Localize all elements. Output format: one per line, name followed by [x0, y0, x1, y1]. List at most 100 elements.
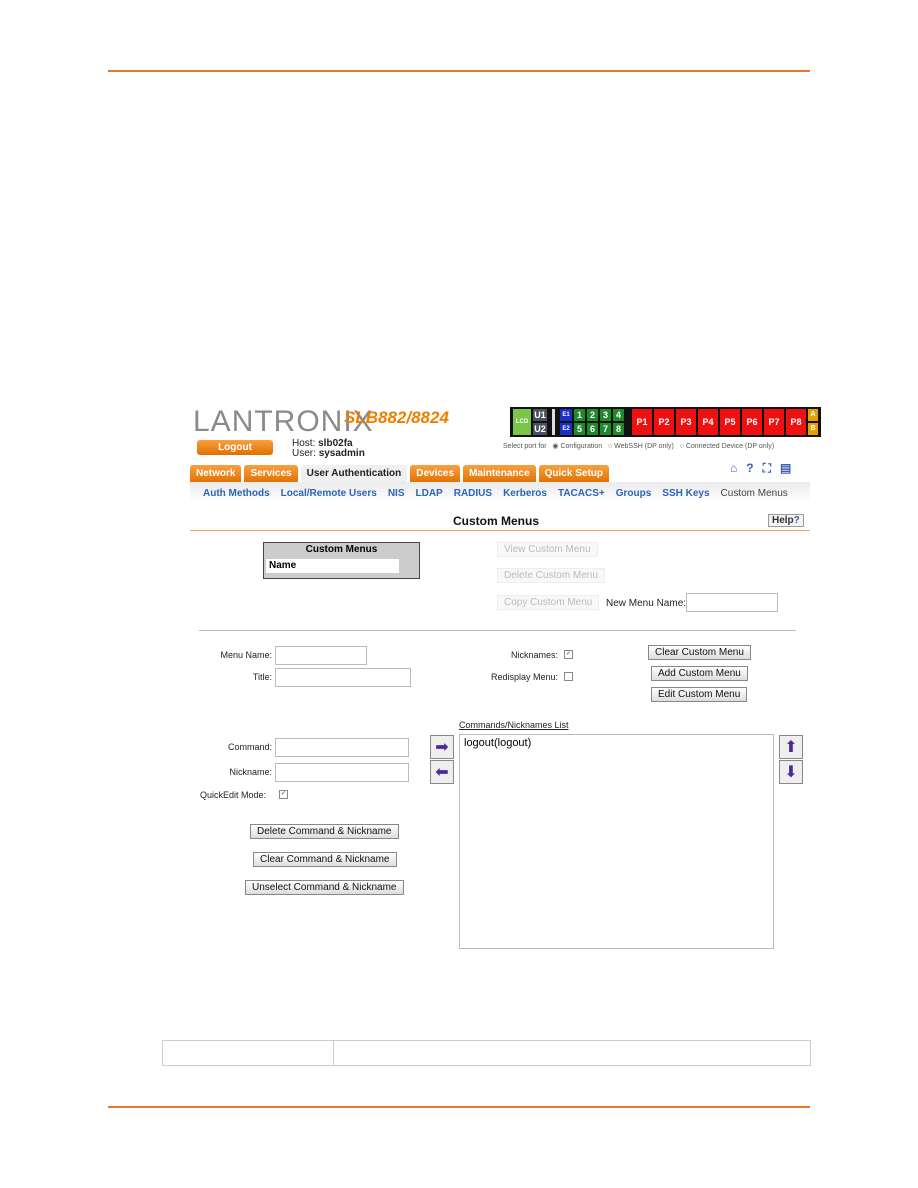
- sitemap-icon[interactable]: ⛶: [763, 461, 771, 476]
- serial-port-p3[interactable]: P3: [676, 409, 696, 435]
- subnav-groups[interactable]: Groups: [616, 488, 652, 499]
- nickname-input[interactable]: [275, 763, 409, 782]
- new-menu-name-input[interactable]: [686, 593, 778, 612]
- arrow-left-icon: ⬅: [435, 764, 449, 781]
- device-port-3[interactable]: 3: [600, 409, 611, 421]
- title-input[interactable]: [275, 668, 411, 687]
- view-custom-menu-button[interactable]: View Custom Menu: [497, 542, 598, 557]
- help-button[interactable]: Help?: [768, 514, 804, 527]
- main-tabs: Network Services User Authentication Dev…: [190, 465, 609, 483]
- arrow-up-icon: ⬆: [784, 739, 798, 756]
- list-item[interactable]: logout(logout): [460, 735, 773, 751]
- custom-menus-name-column: Name: [266, 559, 399, 573]
- nicknames-label: Nicknames:: [510, 650, 558, 660]
- device-port-4[interactable]: 4: [613, 409, 624, 421]
- arrow-down-icon: ⬇: [784, 764, 798, 781]
- port-separator: [552, 409, 555, 435]
- copy-custom-menu-button[interactable]: Copy Custom Menu: [497, 595, 600, 610]
- port-u2[interactable]: U2: [533, 423, 547, 435]
- clear-command-nickname-button[interactable]: Clear Command & Nickname: [253, 852, 397, 867]
- toolbar-icons: ⌂ ? ⛶ ▤: [730, 461, 791, 476]
- serial-port-p5[interactable]: P5: [720, 409, 740, 435]
- device-port-7[interactable]: 7: [600, 423, 611, 435]
- port-a[interactable]: A: [808, 409, 818, 421]
- serial-port-p8[interactable]: P8: [786, 409, 806, 435]
- port-e1[interactable]: E1: [560, 409, 572, 421]
- nicknames-checkbox[interactable]: ✓: [564, 650, 573, 659]
- tab-user-authentication[interactable]: User Authentication: [300, 465, 408, 483]
- serial-port-p1[interactable]: P1: [632, 409, 652, 435]
- device-port-6[interactable]: 6: [587, 423, 598, 435]
- title-label: Title:: [252, 672, 272, 682]
- logout-button[interactable]: Logout: [197, 440, 273, 455]
- empty-table: [162, 1040, 811, 1066]
- new-menu-name-label: New Menu Name:: [606, 598, 687, 609]
- serial-port-p7[interactable]: P7: [764, 409, 784, 435]
- port-status-bar: LCD U1 U2 E1 E2 1 2 3 4 5 6 7 8 P1 P2 P3 P…: [510, 407, 821, 437]
- redisplay-menu-checkbox[interactable]: [564, 672, 573, 681]
- port-u1[interactable]: U1: [533, 409, 547, 421]
- command-label: Command:: [227, 742, 272, 752]
- remove-from-list-button[interactable]: ⬅: [430, 760, 454, 784]
- subnav-ssh-keys[interactable]: SSH Keys: [662, 488, 709, 499]
- tab-network[interactable]: Network: [190, 465, 242, 483]
- tab-devices[interactable]: Devices: [410, 465, 461, 483]
- subnav-auth-methods[interactable]: Auth Methods: [203, 488, 270, 499]
- select-port-for: Select port for ◉ Configuration ○ WebSSH…: [503, 443, 775, 450]
- device-port-5[interactable]: 5: [574, 423, 585, 435]
- host-info: Host: slb02fa User: sysadmin: [292, 438, 365, 459]
- arrow-right-icon: ➡: [435, 739, 449, 756]
- help-icon[interactable]: ?: [746, 461, 753, 476]
- add-custom-menu-button[interactable]: Add Custom Menu: [651, 666, 748, 681]
- home-icon[interactable]: ⌂: [730, 461, 737, 476]
- device-port-2[interactable]: 2: [587, 409, 598, 421]
- device-model: SLB882/8824: [344, 408, 449, 427]
- nickname-label: Nickname:: [229, 767, 272, 777]
- subnav-tacacs[interactable]: TACACS+: [558, 488, 605, 499]
- tab-maintenance[interactable]: Maintenance: [463, 465, 536, 483]
- delete-custom-menu-button[interactable]: Delete Custom Menu: [497, 568, 605, 583]
- title-divider: [190, 530, 810, 531]
- radio-connected-device[interactable]: ○ Connected Device (DP only): [680, 443, 774, 450]
- subnav-nis[interactable]: NIS: [388, 488, 405, 499]
- delete-command-nickname-button[interactable]: Delete Command & Nickname: [250, 824, 399, 839]
- menu-name-label: Menu Name:: [220, 650, 272, 660]
- redisplay-menu-label: Redisplay Menu:: [490, 672, 558, 682]
- move-up-button[interactable]: ⬆: [779, 735, 803, 759]
- quickedit-mode-label: QuickEdit Mode:: [200, 790, 267, 800]
- port-e2[interactable]: E2: [560, 423, 572, 435]
- subnav-radius[interactable]: RADIUS: [454, 488, 492, 499]
- clear-custom-menu-button[interactable]: Clear Custom Menu: [648, 645, 751, 660]
- menu-name-input[interactable]: [275, 646, 367, 665]
- serial-port-p4[interactable]: P4: [698, 409, 718, 435]
- tab-services[interactable]: Services: [244, 465, 298, 483]
- device-port-8[interactable]: 8: [613, 423, 624, 435]
- unselect-command-nickname-button[interactable]: Unselect Command & Nickname: [245, 880, 404, 895]
- page-bottom-rule: [108, 1106, 810, 1108]
- subnav-kerberos[interactable]: Kerberos: [503, 488, 547, 499]
- port-lcd[interactable]: LCD: [513, 409, 531, 435]
- serial-port-p2[interactable]: P2: [654, 409, 674, 435]
- section-divider: [199, 630, 796, 631]
- custom-menus-table-header: Custom Menus: [305, 544, 378, 555]
- commands-list-header: Commands/Nicknames List: [459, 720, 569, 730]
- radio-configuration[interactable]: ◉ Configuration: [552, 443, 602, 450]
- page-title: Custom Menus: [453, 514, 540, 528]
- log-icon[interactable]: ▤: [780, 461, 791, 476]
- device-port-1[interactable]: 1: [574, 409, 585, 421]
- serial-port-p6[interactable]: P6: [742, 409, 762, 435]
- quickedit-mode-checkbox[interactable]: ✓: [279, 790, 288, 799]
- radio-webssh[interactable]: ○ WebSSH (DP only): [608, 443, 674, 450]
- move-down-button[interactable]: ⬇: [779, 760, 803, 784]
- empty-table-cell: [163, 1041, 334, 1065]
- add-to-list-button[interactable]: ➡: [430, 735, 454, 759]
- commands-nicknames-list[interactable]: logout(logout): [459, 734, 774, 949]
- subnav-local-remote-users[interactable]: Local/Remote Users: [281, 488, 377, 499]
- custom-menus-table: Custom Menus Name: [263, 542, 420, 579]
- tab-quick-setup[interactable]: Quick Setup: [538, 465, 609, 483]
- subnav-ldap[interactable]: LDAP: [415, 488, 442, 499]
- edit-custom-menu-button[interactable]: Edit Custom Menu: [651, 687, 748, 702]
- port-b[interactable]: B: [808, 423, 818, 435]
- subnav-custom-menus[interactable]: Custom Menus: [721, 488, 788, 499]
- command-input[interactable]: [275, 738, 409, 757]
